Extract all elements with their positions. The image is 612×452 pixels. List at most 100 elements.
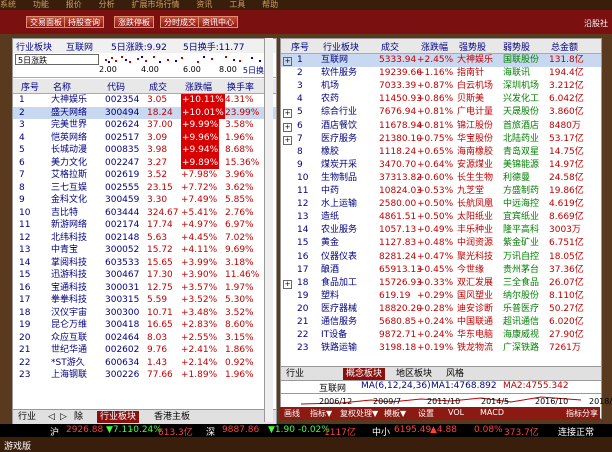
table-row[interactable]: 9 金科文化 300459 3.30 +7.49% 5.85%	[13, 194, 276, 207]
sector-row[interactable]: +1 互联网 5333.94 +2.45% 大神娱乐 国联股份 131.8亿	[281, 54, 601, 68]
sector-row[interactable]: 20 医疗器械 18820.20 +0.28% 迪安诊断 乐普医疗 50.27亿	[281, 303, 601, 316]
col-name[interactable]: 名称	[53, 80, 71, 93]
sector-row[interactable]: 16 仪器仪表 8281.24 +0.47% 聚光科技 万讯自控 18.05亿	[281, 251, 601, 264]
table-row[interactable]: 2 盛天网络 300494 18.24 +10.01% 23.99%	[13, 106, 276, 119]
news-center-button[interactable]: 资讯中心	[198, 16, 238, 28]
rcol-index[interactable]: 序号	[291, 40, 309, 53]
stock-name: 上海钢联	[51, 370, 88, 380]
rcol-price[interactable]: 成交	[381, 40, 399, 53]
sector-row[interactable]: 2 软件服务 19239.66 +1.16% 指南针 海联讯 194.4亿	[281, 67, 601, 80]
chart-tool-button[interactable]: MACD	[480, 408, 504, 417]
sector-row[interactable]: 4 农药 11450.93 +0.86% 贝斯美 兴发化工 6.042亿	[281, 93, 601, 106]
table-row[interactable]: 14 掌阅科技 603533 15.65 +3.99% 3.18%	[13, 257, 276, 270]
table-row[interactable]: 22 *ST游久 600634 1.43 +2.14% 0.92%	[13, 357, 276, 370]
table-row[interactable]: 16 宝通科技 300031 12.75 +3.57% 1.97%	[13, 282, 276, 295]
left-scrollbar[interactable]	[264, 38, 273, 422]
tab-prev-arrow[interactable]: ◁	[45, 411, 58, 423]
sector-row[interactable]: +5 综合行业 7676.94 +0.81% 广电计量 天晟股份 3.860亿	[281, 106, 601, 119]
sector-row[interactable]: 14 农业服务 1057.13 +0.49% 丰乐种业 隆平高科 3003万	[281, 224, 601, 237]
rtab-style[interactable]: 风格	[443, 368, 467, 380]
menu-quote[interactable]: 报价	[66, 0, 82, 10]
table-row[interactable]: 12 北纬科技 002148 5.63 +4.45% 7.02%	[13, 232, 276, 245]
col-change[interactable]: 涨跌幅	[185, 80, 212, 93]
sector-row[interactable]: 9 煤炭开采 3470.70 +0.64% 安源煤业 美锦能源 14.97亿	[281, 159, 601, 172]
sector-row[interactable]: 15 黄金 1127.83 +0.48% 中润资源 紫金矿业 6.751亿	[281, 237, 601, 250]
chart-tool-button[interactable]: 模板▼	[384, 408, 406, 419]
table-row[interactable]: 10 吉比特 603444 324.67 +5.41% 2.76%	[13, 207, 276, 220]
col-index[interactable]: 序号	[21, 80, 39, 93]
expand-icon[interactable]: +	[283, 109, 292, 119]
table-row[interactable]: 8 三七互娱 002555 23.15 +7.72% 3.62%	[13, 182, 276, 195]
table-row[interactable]: 1 大神娱乐 002354 3.05 +10.11% 4.31%	[13, 94, 276, 107]
table-row[interactable]: 3 完美世界 002624 37.00 +9.99% 3.58%	[13, 119, 276, 132]
menu-tools[interactable]: 工具	[229, 0, 245, 10]
menu-analysis[interactable]: 分析	[99, 0, 115, 10]
sector-row[interactable]: +7 医疗服务 21380.10 +0.75% 华宝股份 北陆药业 53.17亿	[281, 133, 601, 146]
table-row[interactable]: 6 美力文化 002247 3.27 +9.89% 15.36%	[13, 156, 276, 169]
tab-hk-main[interactable]: 香港主板	[151, 411, 193, 423]
rtab-concept[interactable]: 概念板块	[343, 368, 386, 380]
col-code[interactable]: 代码	[107, 80, 125, 93]
table-row[interactable]: 4 恺英网络 002517 3.09 +9.96% 1.96%	[13, 131, 276, 144]
chart-tool-button[interactable]: 指标▼	[310, 408, 332, 419]
menu-extended-market[interactable]: 扩展市场行情	[132, 0, 180, 10]
menu-news[interactable]: 资讯	[196, 0, 212, 10]
sector-row[interactable]: 17 酿酒 65913.13 +0.45% 今世缘 贵州茅台 37.36亿	[281, 264, 601, 277]
trade-panel-button[interactable]: 交易面板	[26, 16, 66, 28]
menu-system[interactable]: 系统	[0, 0, 16, 10]
tab-next-arrow[interactable]: ▷	[57, 411, 70, 423]
weak-stock: 海康威视	[503, 330, 540, 341]
menu-help[interactable]: 帮助	[262, 0, 278, 10]
table-row[interactable]: 13 中青宝 300052 15.72 +4.11% 9.69%	[13, 244, 276, 257]
tab-industry[interactable]: 行业	[15, 411, 39, 423]
table-row[interactable]: 18 汉仪宇宙 300300 10.71 +3.48% 3.52%	[13, 307, 276, 320]
rcol-weak[interactable]: 弱势股	[503, 40, 530, 53]
sector-row[interactable]: 22 IT设备 9872.71 +0.24% 华东电脑 海康威视 27.90亿	[281, 329, 601, 342]
holdings-button[interactable]: 持股查询	[64, 16, 104, 28]
table-row[interactable]: 11 新游网络 002174 17.74 +4.97% 6.97%	[13, 219, 276, 232]
intraday-trade-button[interactable]: 分时成交	[160, 16, 200, 28]
tab-exclude[interactable]: 除	[71, 411, 86, 423]
sector-row[interactable]: 11 中药 10824.03 +0.53% 九芝堂 方盛制药 19.86亿	[281, 185, 601, 198]
table-row[interactable]: 15 迅游科技 300467 17.30 +3.90% 11.46%	[13, 269, 276, 282]
limit-board-button[interactable]: 涨跌停板	[114, 16, 154, 28]
sector-row[interactable]: 8 橡胶 1118.24 +0.65% 海南橡胶 青岛双星 14.75亿	[281, 146, 601, 159]
metric-select[interactable]: 5日涨跌	[15, 54, 99, 65]
sector-row[interactable]: 23 铁路运输 3198.18 +0.19% 铁龙物流 广深铁路 7261万	[281, 342, 601, 355]
expand-icon[interactable]: +	[283, 279, 292, 289]
table-row[interactable]: 7 艾格拉斯 002619 3.52 +7.98% 3.96%	[13, 169, 276, 182]
chart-tool-button[interactable]: 复权处理▼	[340, 408, 378, 419]
toolbar-right-text: 沿股社	[584, 19, 608, 28]
rcol-strong[interactable]: 强势股	[459, 40, 486, 53]
sector-row[interactable]: 3 机场 7033.39 +0.87% 白云机场 深圳机场 3.212亿	[281, 80, 601, 93]
chart-tool-button[interactable]: 指标分享	[566, 408, 598, 419]
chart-tool-button[interactable]: 设置	[418, 408, 434, 419]
sector-row[interactable]: 12 水上运输 2580.00 +0.50% 长航凤凰 中远海控 4.619亿	[281, 198, 601, 211]
table-row[interactable]: 17 拳拳科技 300315 5.59 +3.52% 5.30%	[13, 294, 276, 307]
rtab-industry[interactable]: 行业	[283, 368, 307, 380]
sector-row[interactable]: +6 酒店餐饮 11678.94 +0.81% 锦江股份 首旅酒店 8480万	[281, 120, 601, 133]
expand-icon[interactable]: +	[283, 122, 292, 132]
rcol-amount[interactable]: 总金额	[551, 40, 578, 53]
table-row[interactable]: 20 众应互联 002464 8.03 +2.55% 3.15%	[13, 332, 276, 345]
expand-icon[interactable]: +	[283, 57, 292, 66]
rcol-change[interactable]: 涨跌幅	[421, 40, 448, 53]
expand-icon[interactable]: +	[283, 135, 292, 145]
table-row[interactable]: 23 上海钢联 300226 77.66 +1.89% 1.96%	[13, 369, 276, 382]
col-price[interactable]: 成交	[149, 80, 167, 93]
sector-row[interactable]: 19 塑料 619.19 +0.29% 国风塑业 纳尔股份 8.110亿	[281, 290, 601, 303]
chart-tool-button[interactable]: 画线	[284, 408, 300, 419]
table-row[interactable]: 5 长城动漫 000835 3.98 +9.94% 8.68%	[13, 144, 276, 157]
sector-row[interactable]: +18 食品加工 15726.93 +0.33% 双汇发展 三全食品 26.07亿	[281, 277, 601, 290]
sector-row[interactable]: 13 造纸 4861.51 +0.50% 太阳纸业 宜宾纸业 8.669亿	[281, 211, 601, 224]
sector-row[interactable]: 10 生物制品 37313.82 +0.60% 长生生物 利德曼 24.58亿	[281, 172, 601, 185]
chart-tool-button[interactable]: VOL	[448, 408, 464, 417]
sector-row[interactable]: 21 通信服务 5680.85 +0.24% 中国联通 超讯通信 6.020亿	[281, 316, 601, 329]
col-turnover[interactable]: 换手率	[227, 80, 254, 93]
rtab-region[interactable]: 地区板块	[393, 368, 435, 380]
table-row[interactable]: 19 昆仑万维 300418 16.65 +2.83% 8.60%	[13, 319, 276, 332]
rcol-sector[interactable]: 行业板块	[323, 40, 359, 53]
tab-industry-sector[interactable]: 行业板块	[97, 411, 140, 423]
table-row[interactable]: 21 世纪华通 002602 9.76 +2.41% 1.86%	[13, 344, 276, 357]
menu-function[interactable]: 功能	[33, 0, 49, 10]
